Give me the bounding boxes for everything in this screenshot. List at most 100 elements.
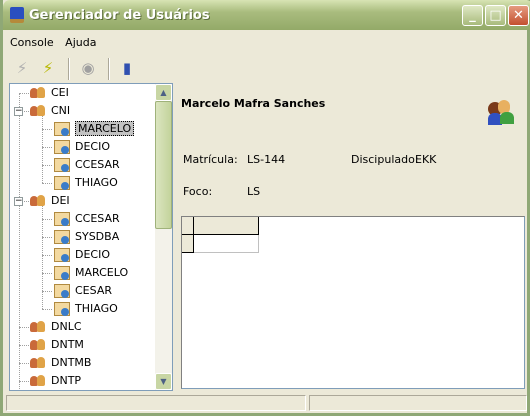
grid-corner xyxy=(182,217,194,235)
tree-connector xyxy=(42,309,52,310)
status-panel-1 xyxy=(6,395,306,411)
window-title: Gerenciador de Usuários xyxy=(29,8,210,23)
tree-user-node[interactable]: THIAGO xyxy=(54,175,118,191)
tree-user-node[interactable]: SYSDBA xyxy=(54,229,119,245)
menu-bar: Console Ajuda xyxy=(6,34,100,52)
tree-group-node[interactable]: DNLC xyxy=(30,319,82,335)
tree-node-label: CESAR xyxy=(75,284,112,297)
connect-icon[interactable]: ⚡ xyxy=(38,58,58,78)
user-icon xyxy=(54,122,70,136)
group-icon xyxy=(30,86,46,100)
foco-label: Foco: xyxy=(183,185,213,198)
tree-node-label: DNTM xyxy=(51,338,84,351)
grid-column-header[interactable] xyxy=(194,217,259,235)
tree-connector xyxy=(19,363,29,364)
tree-node-label: CCESAR xyxy=(75,158,120,171)
scroll-down-button[interactable]: ▼ xyxy=(155,373,172,390)
tree-node-label: DEI xyxy=(51,194,70,207)
group-icon xyxy=(30,338,46,352)
tree-scrollbar[interactable]: ▲ ▼ xyxy=(155,84,172,390)
user-icon xyxy=(54,284,70,298)
grid-cell[interactable] xyxy=(194,235,259,253)
tree-group-node[interactable]: DEI xyxy=(30,193,70,209)
tree-user-node[interactable]: CCESAR xyxy=(54,211,120,227)
user-icon xyxy=(54,176,70,190)
tree-connector xyxy=(42,165,52,166)
tree-node-label: THIAGO xyxy=(75,176,118,189)
discipulado-value: EKK xyxy=(415,153,437,166)
toolbar-separator xyxy=(108,58,110,80)
tree-group-node[interactable]: CEI xyxy=(30,85,69,101)
user-icon xyxy=(54,158,70,172)
tree-user-node[interactable]: DECIO xyxy=(54,247,110,263)
main-window: Gerenciador de Usuários _ □ ✕ Console Aj… xyxy=(0,0,530,416)
collapse-toggle[interactable]: − xyxy=(14,197,23,206)
tree-connector xyxy=(42,206,43,309)
menu-console[interactable]: Console xyxy=(6,34,58,51)
scroll-thumb[interactable] xyxy=(155,101,172,229)
tree-group-node[interactable]: DNTMB xyxy=(30,355,91,371)
group-icon xyxy=(30,104,46,118)
users-icon xyxy=(488,100,520,126)
tree-user-node[interactable]: MARCELO xyxy=(54,121,135,137)
tree-connector xyxy=(42,129,52,130)
tree-node-label: MARCELO xyxy=(75,121,135,136)
status-bar xyxy=(6,394,530,413)
group-icon xyxy=(30,320,46,334)
tree-node-label: DNTMB xyxy=(51,356,92,369)
close-button[interactable]: ✕ xyxy=(508,5,529,26)
clock-icon[interactable]: ◉ xyxy=(78,58,98,78)
toolbar-separator xyxy=(68,58,70,80)
discipulado-label: Discipulado: xyxy=(351,153,419,166)
toolbar: ⚡ ⚡ ◉ ▮ xyxy=(6,54,530,82)
tree-connector xyxy=(42,219,52,220)
user-icon xyxy=(54,248,70,262)
tree-connector xyxy=(19,327,29,328)
tree-node-label: CEI xyxy=(51,86,69,99)
tree-node-label: DECIO xyxy=(75,248,111,261)
user-tree[interactable]: ▲ ▼ CEI CNI − MARCELO DECIO CCESAR THIAGO DEI − C… xyxy=(9,83,173,391)
tree-connector xyxy=(42,237,52,238)
tree-user-node[interactable]: DECIO xyxy=(54,139,110,155)
tree-connector xyxy=(42,255,52,256)
tree-user-node[interactable]: THIAGO xyxy=(54,301,118,317)
disconnect-icon[interactable]: ⚡ xyxy=(12,58,32,78)
tree-node-label: SYSDBA xyxy=(75,230,120,243)
tree-node-label: MARCELO xyxy=(75,266,129,279)
user-icon xyxy=(54,302,70,316)
scroll-up-button[interactable]: ▲ xyxy=(155,84,172,101)
tree-connector xyxy=(19,381,29,382)
collapse-toggle[interactable]: − xyxy=(14,107,23,116)
tree-node-label: DECIO xyxy=(75,140,111,153)
tree-connector xyxy=(42,183,52,184)
tree-user-node[interactable]: MARCELO xyxy=(54,265,128,281)
user-icon xyxy=(54,266,70,280)
maximize-button[interactable]: □ xyxy=(485,5,506,26)
grid-row-header[interactable] xyxy=(182,235,194,253)
tree-node-label: THIAGO xyxy=(75,302,118,315)
tree-connector xyxy=(42,273,52,274)
tree-connector xyxy=(19,93,29,94)
exit-door-icon[interactable]: ▮ xyxy=(117,58,137,78)
tree-node-label: CNI xyxy=(51,104,71,117)
group-icon xyxy=(30,356,46,370)
status-panel-2 xyxy=(309,395,527,411)
tree-node-label: DNLC xyxy=(51,320,82,333)
title-bar[interactable]: Gerenciador de Usuários _ □ ✕ xyxy=(3,0,530,30)
tree-group-node[interactable]: DNTP xyxy=(30,373,81,389)
tree-connector xyxy=(42,147,52,148)
tree-user-node[interactable]: CCESAR xyxy=(54,157,120,173)
menu-ajuda[interactable]: Ajuda xyxy=(61,34,100,51)
data-grid[interactable] xyxy=(181,216,525,389)
app-icon xyxy=(10,7,24,23)
group-icon xyxy=(30,194,46,208)
tree-connector xyxy=(19,345,29,346)
group-icon xyxy=(30,374,46,388)
tree-group-node[interactable]: CNI xyxy=(30,103,70,119)
tree-user-node[interactable]: CESAR xyxy=(54,283,112,299)
tree-connector xyxy=(42,116,43,183)
tree-connector xyxy=(42,291,52,292)
minimize-button[interactable]: _ xyxy=(462,5,483,26)
user-name: Marcelo Mafra Sanches xyxy=(181,97,326,110)
tree-group-node[interactable]: DNTM xyxy=(30,337,84,353)
